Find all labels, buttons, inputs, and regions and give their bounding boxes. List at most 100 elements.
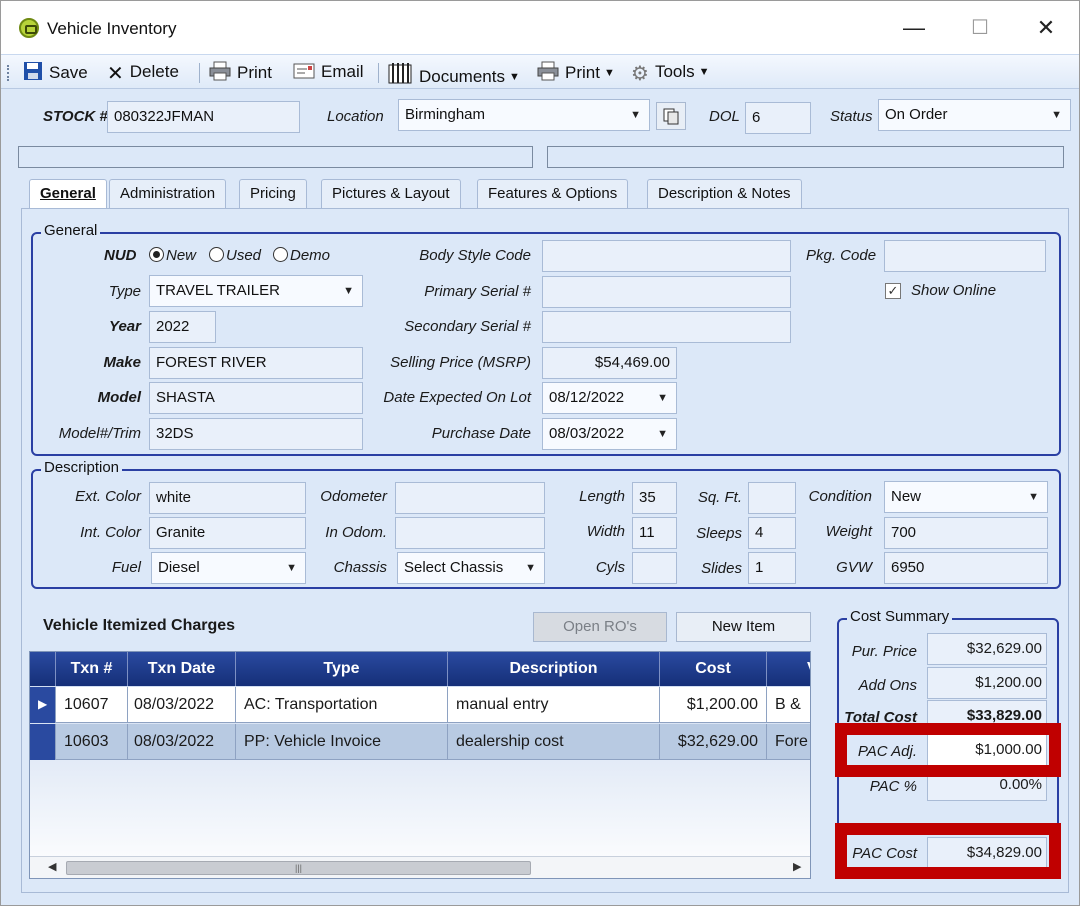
purchase-date-picker[interactable]: 08/03/2022 — [542, 418, 677, 450]
location-label: Location — [327, 108, 384, 125]
scroll-right-icon[interactable]: ▶ — [793, 860, 801, 873]
tab-general[interactable]: General — [29, 179, 107, 209]
slides-field[interactable]: 1 — [748, 552, 796, 584]
delete-button[interactable]: ✕ Delete — [107, 61, 179, 85]
chevron-down-icon: ▼ — [508, 71, 520, 83]
print-dropdown[interactable]: Print ▼ — [537, 61, 615, 83]
width-field[interactable]: 11 — [632, 517, 677, 549]
stock-label: STOCK # — [43, 108, 108, 125]
year-field[interactable]: 2022 — [149, 311, 216, 343]
cell-txn: 10603 — [56, 724, 128, 760]
grid-header-type[interactable]: Type — [236, 652, 448, 686]
cell-vendor: B & — [767, 687, 810, 723]
body-style-label: Body Style Code — [419, 247, 531, 264]
new-item-button[interactable]: New Item — [676, 612, 811, 642]
email-button[interactable]: Email — [293, 61, 364, 83]
type-select[interactable]: TRAVEL TRAILER — [149, 275, 363, 307]
model-field[interactable]: SHASTA — [149, 382, 363, 414]
in-odom-field[interactable] — [395, 517, 545, 549]
pkg-code-field[interactable] — [884, 240, 1046, 272]
email-label: Email — [321, 62, 364, 81]
nud-demo-radio[interactable]: Demo — [273, 247, 330, 264]
scrollbar-thumb[interactable]: ||| — [66, 861, 531, 875]
horizontal-scrollbar[interactable]: ◀ ||| ▶ — [30, 856, 810, 878]
cyls-field[interactable] — [632, 552, 677, 584]
odometer-field[interactable] — [395, 482, 545, 514]
documents-icon — [388, 63, 412, 84]
secondary-serial-label: Secondary Serial # — [404, 318, 531, 335]
secondary-serial-field[interactable] — [542, 311, 791, 343]
add-ons-label: Add Ons — [858, 677, 917, 694]
info-bar-right — [547, 146, 1064, 168]
gvw-field[interactable]: 6950 — [884, 552, 1048, 584]
tab-description-notes[interactable]: Description & Notes — [647, 179, 802, 209]
sqft-label: Sq. Ft. — [697, 489, 742, 506]
primary-serial-field[interactable] — [542, 276, 791, 308]
minimize-button[interactable]: — — [891, 13, 937, 43]
fuel-select[interactable]: Diesel — [151, 552, 306, 584]
pur-price-field[interactable]: $32,629.00 — [927, 633, 1047, 665]
x-icon: ✕ — [107, 63, 124, 85]
int-color-field[interactable]: Granite — [149, 517, 306, 549]
tab-administration[interactable]: Administration — [109, 179, 227, 209]
open-ros-button[interactable]: Open RO's — [533, 612, 667, 642]
condition-select[interactable]: New — [884, 481, 1048, 513]
row-selector-icon[interactable]: ▶ — [30, 687, 56, 723]
toolbar-separator — [378, 63, 379, 83]
info-bar-left — [18, 146, 533, 168]
gear-icon: ⚙ — [631, 63, 649, 85]
ext-color-field[interactable]: white — [149, 482, 306, 514]
weight-field[interactable]: 700 — [884, 517, 1048, 549]
location-lookup-button[interactable] — [656, 102, 686, 130]
make-field[interactable]: FOREST RIVER — [149, 347, 363, 379]
print-button[interactable]: Print — [209, 61, 272, 83]
radio-icon — [273, 247, 288, 262]
maximize-button[interactable]: ☐ — [957, 13, 1003, 43]
chassis-select[interactable]: Select Chassis — [397, 552, 545, 584]
grid-header-description[interactable]: Description — [448, 652, 660, 686]
tab-pictures-layout[interactable]: Pictures & Layout — [321, 179, 461, 209]
nud-used-radio[interactable]: Used — [209, 247, 261, 264]
printer-icon — [209, 61, 231, 81]
grid-header-vendor[interactable]: V — [767, 652, 810, 686]
grid-header-txn[interactable]: Txn # — [56, 652, 128, 686]
show-online-checkbox[interactable]: ✓ — [885, 283, 901, 299]
documents-dropdown[interactable]: Documents ▼ — [387, 61, 520, 86]
cell-cost: $1,200.00 — [660, 687, 767, 723]
sleeps-field[interactable]: 4 — [748, 517, 796, 549]
save-button[interactable]: Save — [23, 61, 88, 83]
dol-field[interactable]: 6 — [745, 102, 811, 134]
show-online-label: Show Online — [911, 282, 997, 299]
print-dropdown-label: Print — [565, 63, 600, 82]
stock-number-field[interactable]: 080322JFMAN — [107, 101, 300, 133]
trim-field[interactable]: 32DS — [149, 418, 363, 450]
itemized-charges-title: Vehicle Itemized Charges — [43, 617, 236, 634]
cell-description: dealership cost — [448, 724, 660, 760]
toolbar-grip[interactable] — [7, 65, 10, 81]
close-button[interactable]: ✕ — [1023, 13, 1069, 43]
radio-selected-icon — [149, 247, 164, 262]
trim-label: Model#/Trim — [58, 425, 141, 442]
add-ons-field[interactable]: $1,200.00 — [927, 667, 1047, 699]
grid-header-txn-date[interactable]: Txn Date — [128, 652, 236, 686]
date-expected-picker[interactable]: 08/12/2022 — [542, 382, 677, 414]
scroll-left-icon[interactable]: ◀ — [48, 860, 56, 873]
location-select[interactable]: Birmingham — [398, 99, 650, 131]
tab-pricing[interactable]: Pricing — [239, 179, 307, 209]
nud-new-radio[interactable]: New — [149, 247, 196, 264]
msrp-field[interactable]: $54,469.00 — [542, 347, 677, 379]
cell-txn-date: 08/03/2022 — [128, 724, 236, 760]
sqft-field[interactable] — [748, 482, 796, 514]
length-field[interactable]: 35 — [632, 482, 677, 514]
width-label: Width — [586, 523, 625, 540]
model-label: Model — [97, 389, 141, 406]
grid-header-cost[interactable]: Cost — [660, 652, 767, 686]
status-select[interactable]: On Order — [878, 99, 1071, 131]
nud-used-label: Used — [226, 247, 262, 264]
row-selector[interactable] — [30, 724, 56, 760]
tab-features-options[interactable]: Features & Options — [477, 179, 629, 209]
body-style-field[interactable] — [542, 240, 791, 272]
dol-label: DOL — [709, 108, 740, 125]
toolbar-separator — [199, 63, 200, 83]
tools-dropdown[interactable]: ⚙ Tools ▼ — [631, 61, 710, 85]
